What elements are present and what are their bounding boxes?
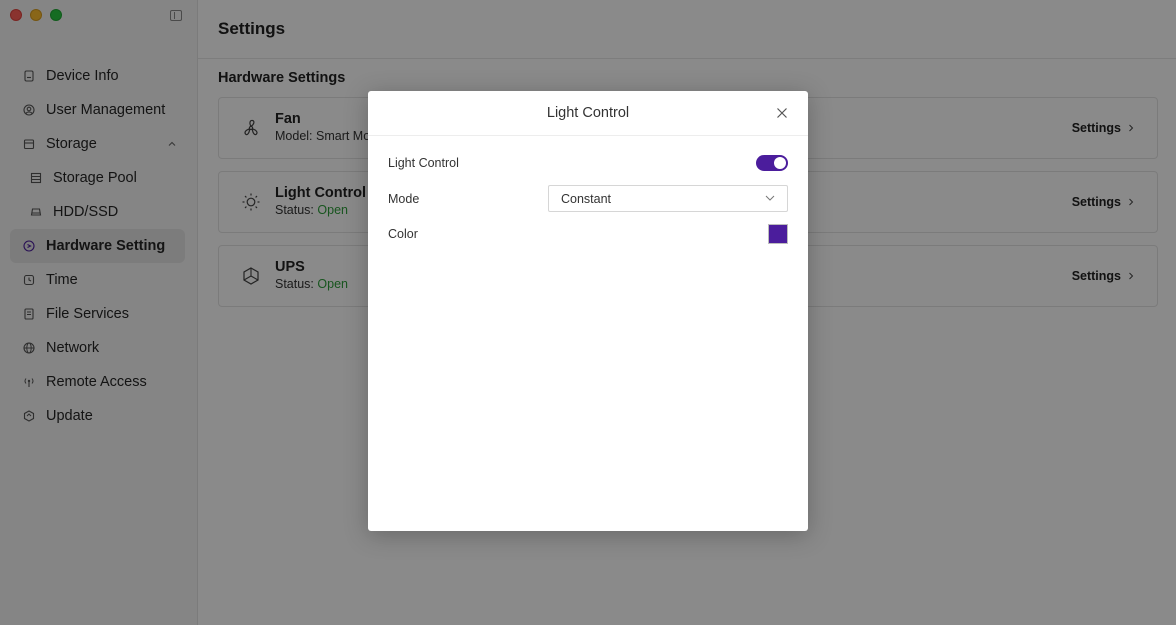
mode-row: Mode Constant: [388, 185, 788, 212]
light-control-row: Light Control: [388, 155, 788, 171]
mode-select[interactable]: Constant: [548, 185, 788, 212]
app-window: Device Info User Management Storage Stor…: [0, 0, 1176, 625]
chevron-down-icon: [765, 195, 775, 201]
close-icon[interactable]: [776, 107, 788, 119]
mode-value: Constant: [561, 191, 612, 206]
light-control-dialog: Light Control Light Control Mode Constan…: [368, 91, 808, 531]
color-swatch[interactable]: [768, 224, 788, 244]
dialog-header: Light Control: [368, 91, 808, 136]
light-control-toggle[interactable]: [756, 155, 788, 171]
dialog-title: Light Control: [546, 105, 630, 121]
light-control-label: Light Control: [388, 156, 459, 170]
color-row: Color: [388, 224, 788, 244]
mode-label: Mode: [388, 191, 420, 206]
color-label: Color: [388, 227, 418, 241]
